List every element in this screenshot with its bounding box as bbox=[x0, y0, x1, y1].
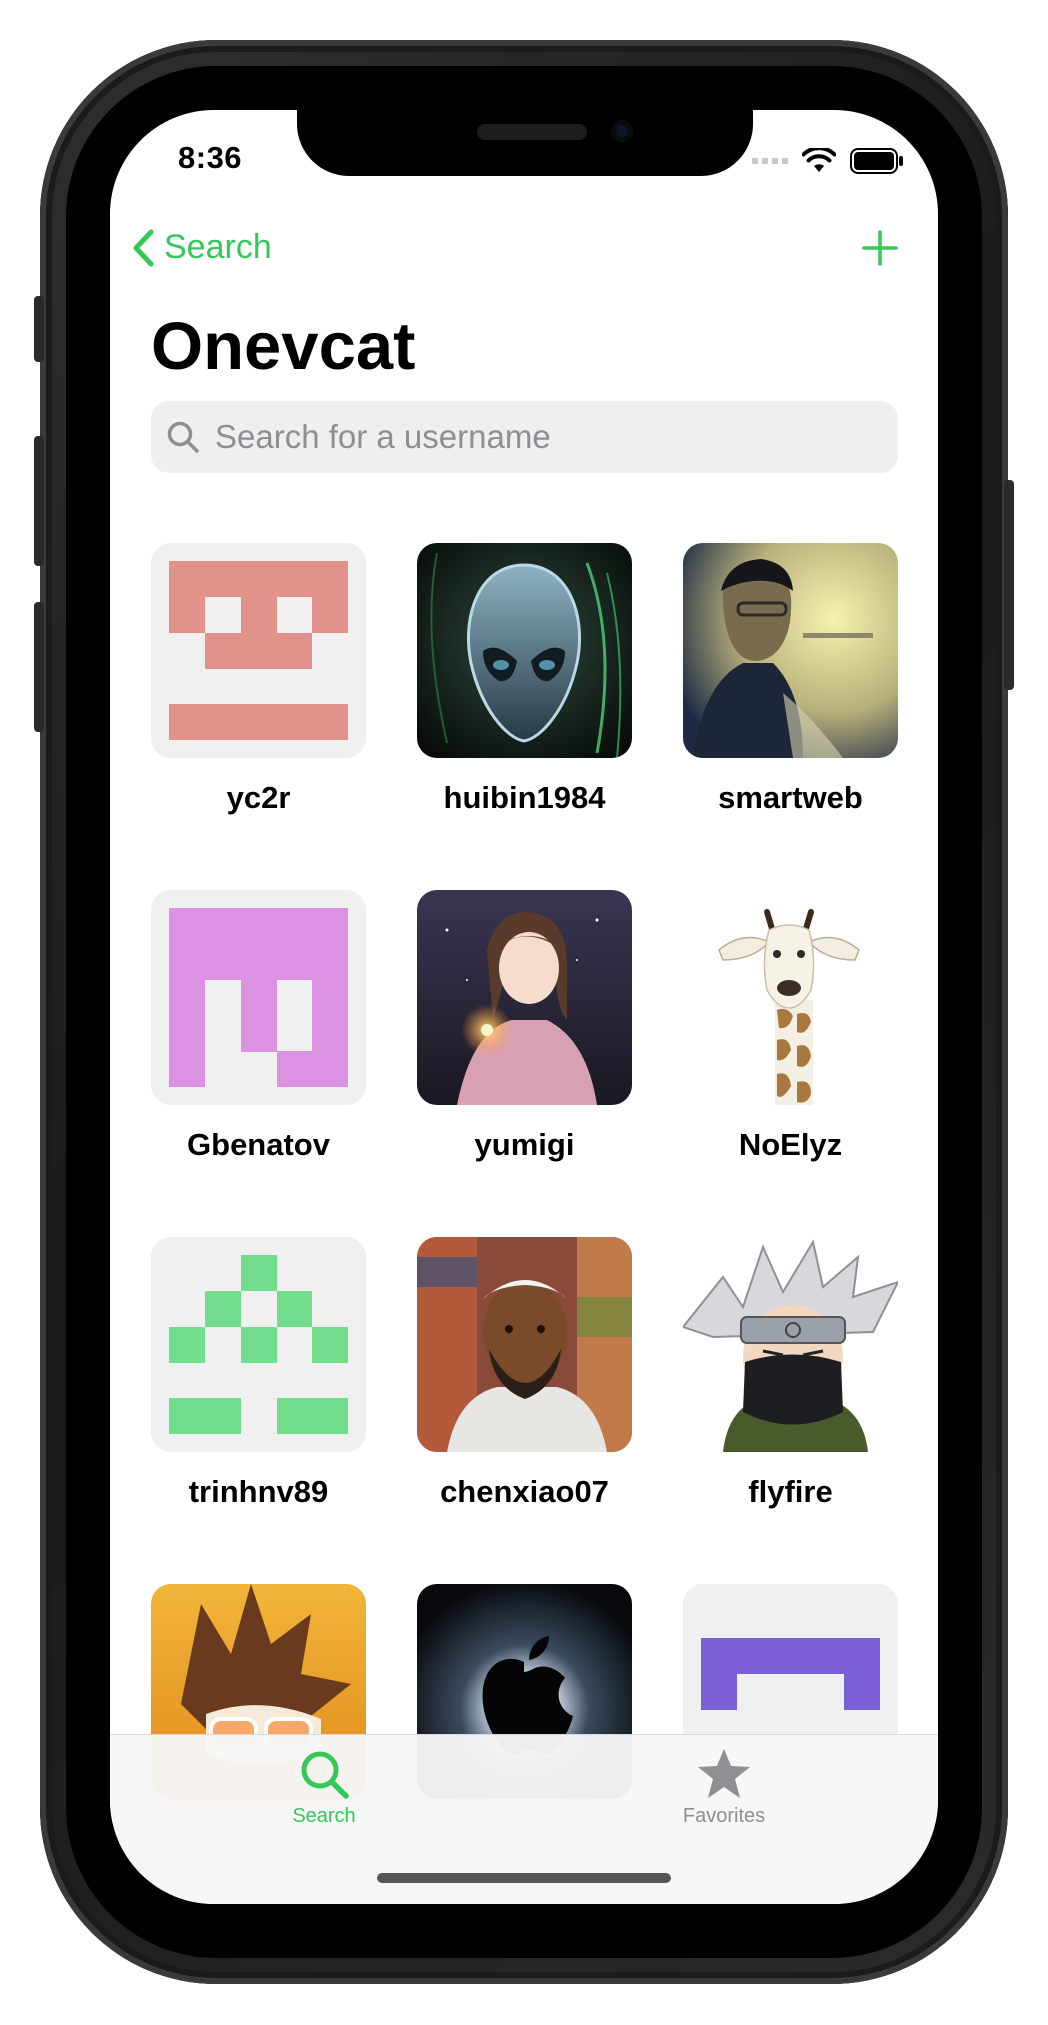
user-cell[interactable]: chenxiao07 bbox=[417, 1237, 632, 1584]
avatar bbox=[151, 890, 366, 1105]
username: Gbenatov bbox=[187, 1127, 330, 1162]
identicon-salmon-avatar bbox=[151, 543, 366, 758]
volume-up-button bbox=[34, 436, 44, 566]
giraffe-illustration-avatar bbox=[683, 890, 898, 1105]
user-grid: yc2r huibin1984 smartweb Gbenatov yumigi… bbox=[151, 543, 898, 1904]
user-cell[interactable]: smartweb bbox=[683, 543, 898, 890]
user-cell[interactable]: huibin1984 bbox=[417, 543, 632, 890]
star-icon bbox=[698, 1749, 750, 1798]
status-indicators bbox=[752, 148, 904, 174]
avatar bbox=[417, 890, 632, 1105]
avatar bbox=[417, 543, 632, 758]
screen: 8:36 Search Onevcat Search for a usernam… bbox=[110, 110, 938, 1904]
wifi-icon bbox=[802, 148, 836, 172]
user-cell[interactable]: yc2r bbox=[151, 543, 366, 890]
tab-favorites-label: Favorites bbox=[682, 1805, 766, 1827]
identicon-green-avatar bbox=[151, 1237, 366, 1452]
username: trinhnv89 bbox=[188, 1474, 329, 1509]
user-cell[interactable]: trinhnv89 bbox=[151, 1237, 366, 1584]
avatar bbox=[151, 1237, 366, 1452]
alien-photo-avatar bbox=[417, 543, 632, 758]
search-input[interactable] bbox=[213, 417, 867, 457]
username: flyfire bbox=[748, 1474, 833, 1509]
portrait-photo-avatar bbox=[683, 543, 898, 758]
user-cell[interactable]: NoElyz bbox=[683, 890, 898, 1237]
back-button-label: Search bbox=[164, 228, 272, 266]
identicon-pink-avatar bbox=[151, 890, 366, 1105]
cellular-signal-icon bbox=[752, 158, 788, 164]
search-icon bbox=[167, 421, 199, 453]
tab-search[interactable]: Search bbox=[264, 1747, 384, 1828]
status-time: 8:36 bbox=[178, 140, 243, 175]
page-title: Onevcat bbox=[151, 309, 416, 384]
portrait-photo-avatar bbox=[417, 1237, 632, 1452]
search-icon bbox=[301, 1751, 349, 1799]
username: huibin1984 bbox=[443, 780, 606, 815]
user-cell[interactable]: Gbenatov bbox=[151, 890, 366, 1237]
ninja-illustration-avatar bbox=[683, 1237, 898, 1452]
tab-bar: Search Favorites bbox=[110, 1734, 938, 1904]
username: chenxiao07 bbox=[440, 1474, 609, 1509]
tab-favorites[interactable]: Favorites bbox=[664, 1747, 784, 1828]
username: yumigi bbox=[474, 1127, 575, 1162]
chevron-left-icon bbox=[133, 229, 154, 266]
username: yc2r bbox=[226, 780, 291, 815]
avatar bbox=[151, 543, 366, 758]
user-cell[interactable]: yumigi bbox=[417, 890, 632, 1237]
avatar bbox=[417, 1237, 632, 1452]
tab-search-label: Search bbox=[292, 1805, 356, 1827]
add-button[interactable] bbox=[862, 230, 898, 271]
speaker bbox=[477, 124, 587, 140]
volume-down-button bbox=[34, 602, 44, 732]
user-cell[interactable]: flyfire bbox=[683, 1237, 898, 1584]
battery-icon bbox=[850, 148, 903, 174]
power-button bbox=[1004, 480, 1014, 690]
home-indicator bbox=[377, 1873, 671, 1883]
front-camera bbox=[611, 120, 633, 142]
avatar bbox=[683, 1237, 898, 1452]
username: smartweb bbox=[718, 780, 863, 815]
anime-photo-avatar bbox=[417, 890, 632, 1105]
avatar bbox=[683, 890, 898, 1105]
avatar bbox=[683, 543, 898, 758]
search-bar[interactable] bbox=[151, 401, 898, 473]
username: NoElyz bbox=[738, 1127, 843, 1162]
back-button[interactable]: Search bbox=[132, 228, 272, 267]
plus-icon bbox=[862, 230, 898, 266]
silent-switch bbox=[34, 296, 44, 362]
notch bbox=[297, 110, 753, 176]
